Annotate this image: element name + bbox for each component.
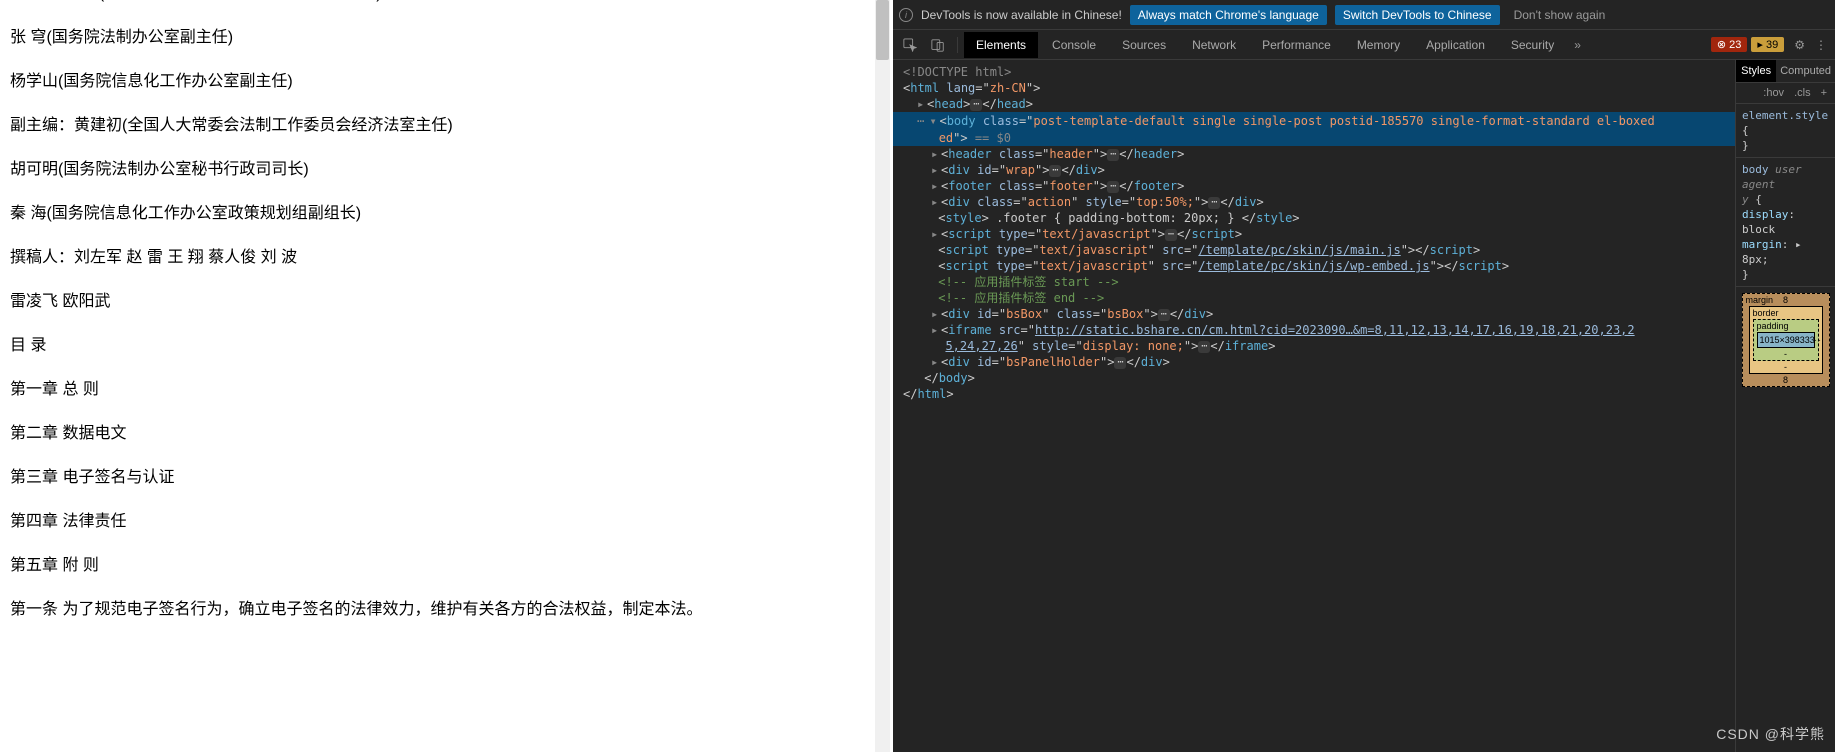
article-line: 第一章 总 则 [10, 378, 880, 402]
match-language-button[interactable]: Always match Chrome's language [1130, 5, 1327, 25]
tab-sources[interactable]: Sources [1110, 32, 1178, 58]
body-node-selected-cont[interactable]: ed"> == $0 [893, 130, 1735, 146]
dom-tree[interactable]: <!DOCTYPE html> <html lang="zh-CN"> ▸<he… [893, 60, 1735, 752]
tab-network[interactable]: Network [1180, 32, 1248, 58]
webpage-viewport[interactable]: 主 编：安 建(全国人大常委会法制工作委员会副主任) 张 穹(国务院法制办公室副… [0, 0, 890, 752]
article-line: 第四章 法律责任 [10, 510, 880, 534]
article-line: 主 编：安 建(全国人大常委会法制工作委员会副主任) [10, 0, 880, 6]
new-rule-button[interactable]: + [1821, 87, 1827, 99]
bm-padding-bottom: - [1784, 349, 1787, 359]
article-line: 目 录 [10, 334, 880, 358]
tab-performance[interactable]: Performance [1250, 32, 1343, 58]
article-line: 第一条 为了规范电子签名行为，确立电子签名的法律效力，维护有关各方的合法权益，制… [10, 598, 880, 622]
computed-tab[interactable]: Computed [1776, 60, 1835, 82]
separator [957, 37, 958, 53]
style-rule-element[interactable]: element.style { } [1736, 104, 1835, 158]
tab-console[interactable]: Console [1040, 32, 1108, 58]
tab-application[interactable]: Application [1414, 32, 1497, 58]
comment-node-2[interactable]: <!-- 应用插件标签 end --> [893, 290, 1735, 306]
iframe-node-cont[interactable]: 5,24,27,26" style="display: none;">⋯</if… [893, 338, 1735, 354]
dismiss-banner-button[interactable]: Don't show again [1508, 5, 1612, 25]
devtools-tabbar: Elements Console Sources Network Perform… [893, 30, 1835, 60]
more-menu-icon[interactable]: ⋮ [1815, 38, 1827, 52]
tab-elements[interactable]: Elements [964, 32, 1038, 58]
cls-toggle[interactable]: .cls [1794, 87, 1811, 99]
box-model[interactable]: margin 8 8 border - padding - 1015×39833… [1736, 287, 1835, 393]
article-line: 胡可明(国务院法制办公室秘书行政司司长) [10, 158, 880, 182]
article-line: 杨学山(国务院信息化工作办公室副主任) [10, 70, 880, 94]
iframe-node[interactable]: ▸<iframe src="http://static.bshare.cn/cm… [893, 322, 1735, 338]
article-body: 主 编：安 建(全国人大常委会法制工作委员会副主任) 张 穹(国务院法制办公室副… [0, 0, 890, 622]
page-scrollbar[interactable] [875, 0, 890, 752]
styles-tab[interactable]: Styles [1736, 60, 1776, 82]
device-toggle-icon[interactable] [929, 36, 947, 54]
warning-count-badge[interactable]: 39 [1751, 37, 1784, 52]
info-icon: i [899, 8, 913, 22]
tab-memory[interactable]: Memory [1345, 32, 1412, 58]
settings-icon[interactable]: ⚙ [1794, 38, 1805, 52]
script-node-3[interactable]: <script type="text/javascript" src="/tem… [893, 258, 1735, 274]
hov-toggle[interactable]: :hov [1763, 87, 1784, 99]
wrap-node[interactable]: ▸<div id="wrap">⋯</div> [893, 162, 1735, 178]
devtools-locale-banner: i DevTools is now available in Chinese! … [893, 0, 1835, 30]
article-line: 第二章 数据电文 [10, 422, 880, 446]
scrollbar-thumb[interactable] [876, 0, 889, 60]
head-node[interactable]: ▸<head>⋯</head> [893, 96, 1735, 112]
bm-padding-label: padding [1757, 321, 1789, 331]
article-line: 第三章 电子签名与认证 [10, 466, 880, 490]
article-line: 秦 海(国务院信息化工作办公室政策规划组副组长) [10, 202, 880, 226]
bm-margin-label: margin [1746, 295, 1774, 305]
bspanel-node[interactable]: ▸<div id="bsPanelHolder">⋯</div> [893, 354, 1735, 370]
script-node-2[interactable]: <script type="text/javascript" src="/tem… [893, 242, 1735, 258]
bm-margin-bottom: 8 [1783, 375, 1788, 385]
banner-text: DevTools is now available in Chinese! [921, 8, 1122, 22]
style-node[interactable]: <style> .footer { padding-bottom: 20px; … [893, 210, 1735, 226]
tab-security[interactable]: Security [1499, 32, 1566, 58]
script-node-1[interactable]: ▸<script type="text/javascript">⋯</scrip… [893, 226, 1735, 242]
html-open[interactable]: <html lang="zh-CN"> [893, 80, 1735, 96]
styles-pane: Styles Computed :hov .cls + element.styl… [1735, 60, 1835, 752]
article-line: 雷凌飞 欧阳武 [10, 290, 880, 314]
header-node[interactable]: ▸<header class="header">⋯</header> [893, 146, 1735, 162]
comment-node-1[interactable]: <!-- 应用插件标签 start --> [893, 274, 1735, 290]
bm-margin-top: 8 [1783, 295, 1788, 305]
article-line: 撰稿人：刘左军 赵 雷 王 翔 蔡人俊 刘 波 [10, 246, 880, 270]
style-rule-body[interactable]: body user agent y { display: block margi… [1736, 158, 1835, 287]
body-close[interactable]: </body> [893, 370, 1735, 386]
body-node-selected[interactable]: ⋯ ▾<body class="post-template-default si… [893, 112, 1735, 130]
article-line: 副主编：黄建初(全国人大常委会法制工作委员会经济法室主任) [10, 114, 880, 138]
html-close[interactable]: </html> [893, 386, 1735, 402]
bm-border-bottom: - [1784, 362, 1787, 372]
bm-border-label: border [1753, 308, 1779, 318]
action-node[interactable]: ▸<div class="action" style="top:50%;">⋯<… [893, 194, 1735, 210]
article-line: 张 穹(国务院法制办公室副主任) [10, 26, 880, 50]
more-tabs-icon[interactable]: » [1574, 38, 1581, 52]
bm-padding-right: - [1814, 335, 1817, 345]
article-line: 第五章 附 则 [10, 554, 880, 578]
inspect-element-icon[interactable] [901, 36, 919, 54]
bsbox-node[interactable]: ▸<div id="bsBox" class="bsBox">⋯</div> [893, 306, 1735, 322]
bm-content-size: 1015×398333 [1757, 332, 1815, 348]
devtools-panel: i DevTools is now available in Chinese! … [893, 0, 1835, 752]
switch-language-button[interactable]: Switch DevTools to Chinese [1335, 5, 1500, 25]
error-count-badge[interactable]: 23 [1711, 37, 1748, 52]
doctype-line[interactable]: <!DOCTYPE html> [903, 65, 1011, 79]
footer-node[interactable]: ▸<footer class="footer">⋯</footer> [893, 178, 1735, 194]
